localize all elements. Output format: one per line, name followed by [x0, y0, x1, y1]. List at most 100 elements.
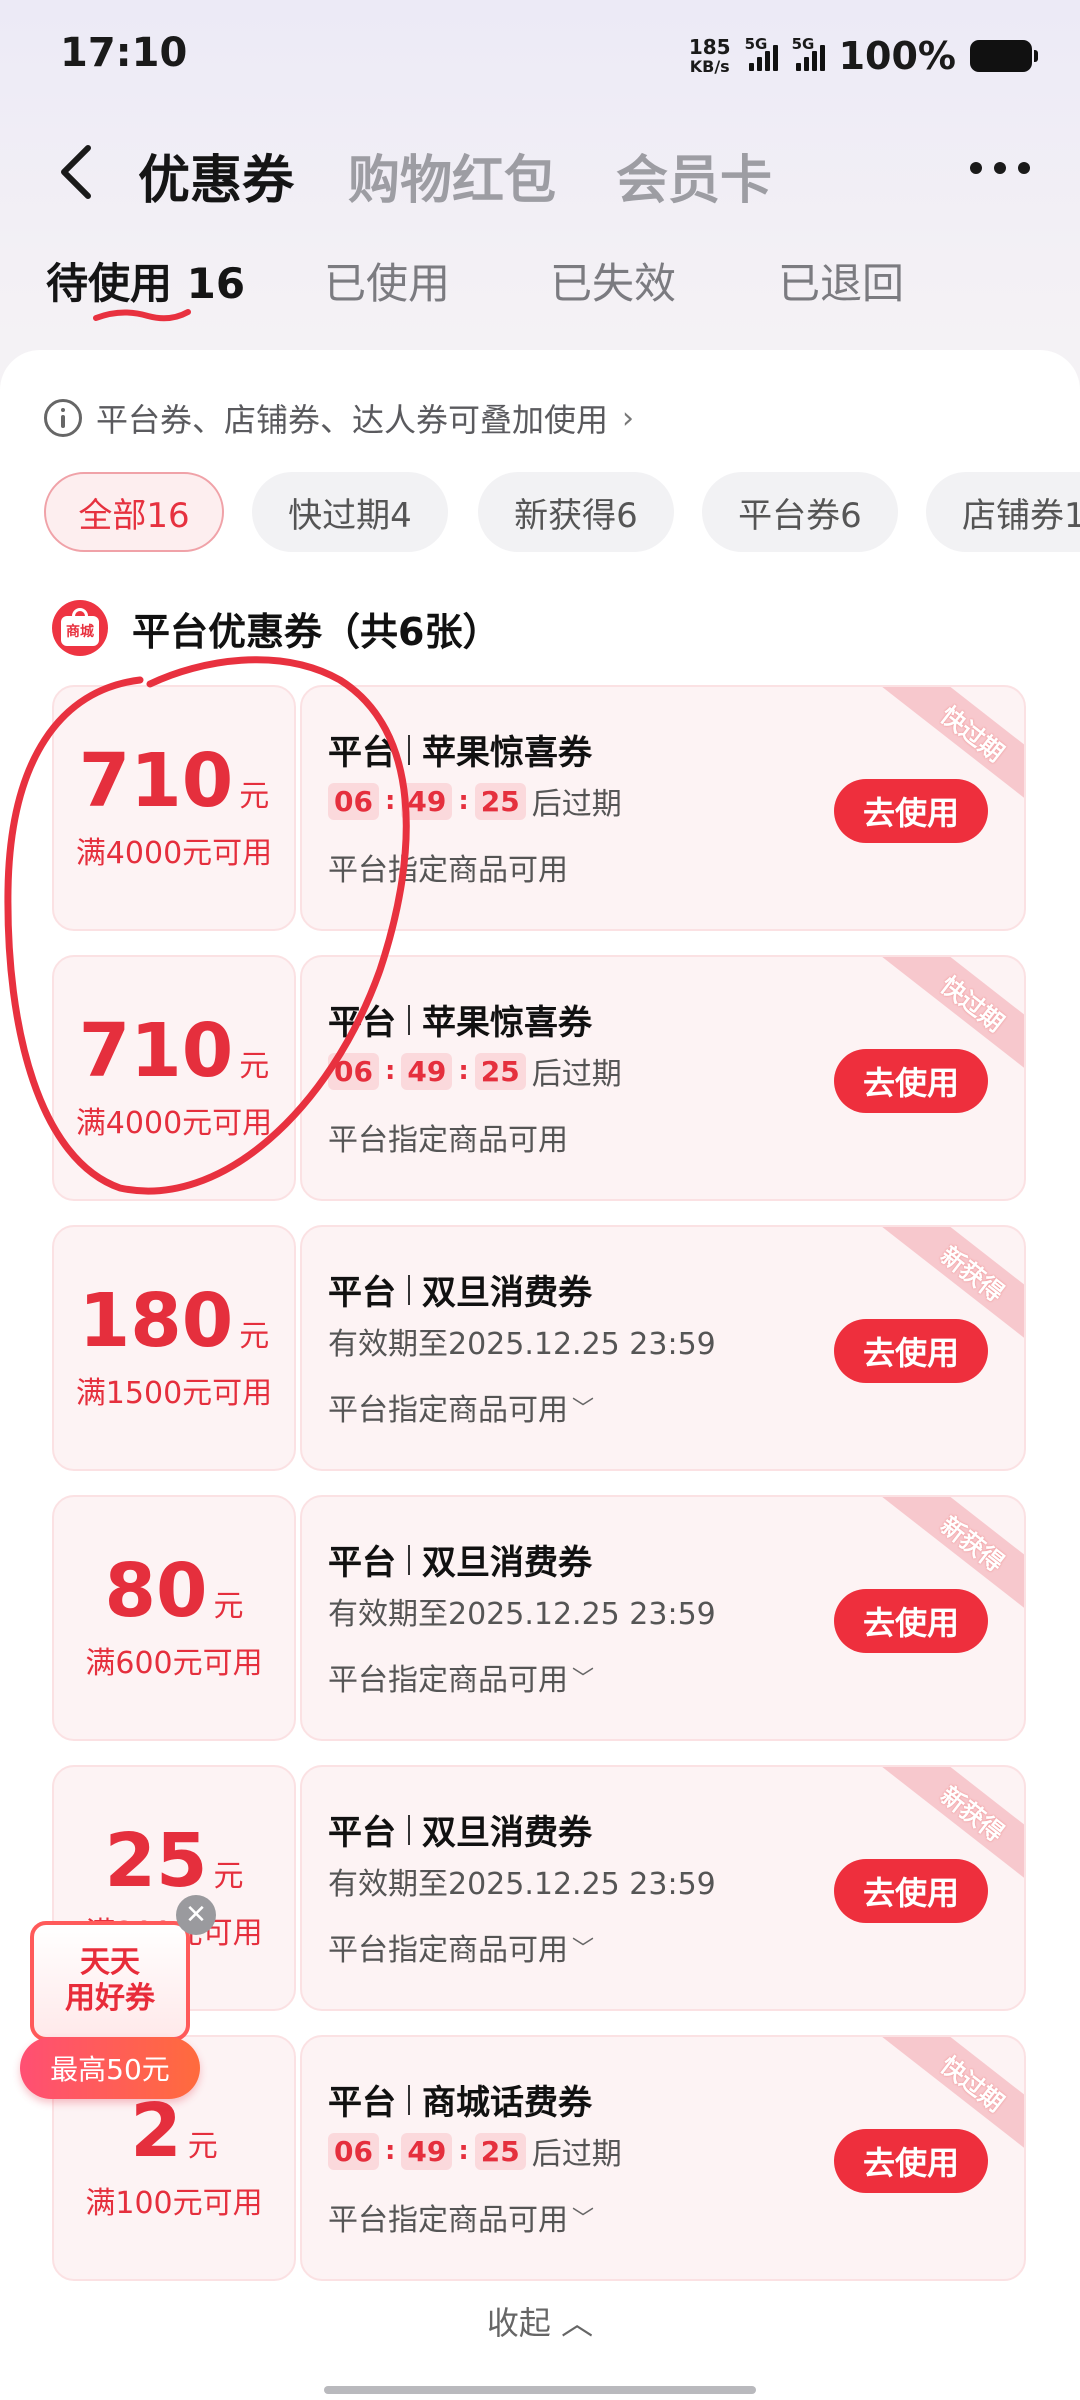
- countdown-minutes: 49: [401, 2132, 453, 2170]
- chevron-left-icon: [61, 145, 91, 199]
- coupon-value: 80 元 满600元可用: [52, 1495, 296, 1741]
- coupon-card: 180 元 满1500元可用 平台 双旦消费券 有效期至2025.12.25 23:…: [52, 1225, 1026, 1471]
- coupon-amount: 710: [78, 1008, 234, 1094]
- widget-line-2: 用好券: [65, 1981, 155, 2016]
- use-coupon-button[interactable]: 去使用: [834, 1589, 988, 1653]
- close-icon[interactable]: ✕: [176, 1895, 216, 1935]
- coupon-name: 苹果惊喜券: [422, 1003, 592, 1043]
- filter-expiring[interactable]: 快过期4: [252, 472, 448, 552]
- coupon-name: 双旦消费券: [422, 1543, 592, 1583]
- coupon-condition: 满4000元可用: [75, 836, 273, 871]
- coupon-details: 平台 双旦消费券 有效期至2025.12.25 23:59 平台指定商品可用 ﹀ 去…: [300, 1495, 1026, 1741]
- coupon-amount: 710: [78, 738, 234, 824]
- tab-coupons[interactable]: 优惠券: [138, 138, 294, 213]
- coupon-details: 平台 双旦消费券 有效期至2025.12.25 23:59 平台指定商品可用 ﹀ 去…: [300, 1765, 1026, 2011]
- battery-percent: 100%: [838, 34, 956, 78]
- coupon-tag-text: 快过期: [935, 2050, 1010, 2118]
- coupon-card: 710 元 满4000元可用 平台 苹果惊喜券 06: 49: 25 后过期 平台指…: [52, 685, 1026, 931]
- coupon-amount: 80: [104, 1548, 208, 1634]
- signal-label: 5G: [791, 35, 815, 53]
- signal-icon: 5G: [792, 35, 825, 71]
- chevron-down-icon: ﹀: [572, 2207, 595, 2232]
- chevron-down-icon: ﹀: [572, 1397, 595, 1422]
- scope-toggle[interactable]: 平台指定商品可用 ﹀: [328, 1925, 594, 1969]
- tab-red-packets[interactable]: 购物红包: [348, 138, 556, 213]
- expire-suffix: 后过期: [531, 2137, 622, 2172]
- coupon-validity: 有效期至2025.12.25 23:59: [328, 1327, 716, 1362]
- stacking-notice-text: 平台券、店铺券、达人券可叠加使用: [96, 401, 609, 439]
- coupon-name: 双旦消费券: [422, 1813, 592, 1853]
- collapse-button[interactable]: 收起 ︿: [0, 2298, 1080, 2344]
- info-icon: [44, 399, 82, 437]
- network-speed-unit: KB/s: [689, 57, 730, 76]
- filter-all[interactable]: 全部16: [44, 472, 224, 552]
- coupon-source: 平台: [328, 1273, 396, 1313]
- tab-used[interactable]: 已使用: [324, 250, 450, 311]
- home-indicator[interactable]: [324, 2386, 756, 2394]
- widget-line-1: 天天: [80, 1945, 140, 1980]
- use-coupon-button[interactable]: 去使用: [834, 1319, 988, 1383]
- tab-unused[interactable]: 待使用 16: [46, 250, 245, 311]
- mall-bag-icon: 商城: [52, 600, 108, 656]
- dot-icon: [970, 162, 982, 174]
- coupon-value: 710 元 满4000元可用: [52, 685, 296, 931]
- scope-toggle[interactable]: 平台指定商品可用 ﹀: [328, 1385, 594, 1429]
- daily-coupon-widget[interactable]: 天天 用好券 最高50元 ✕: [20, 1895, 216, 2105]
- signal-icon: 5G: [745, 35, 778, 71]
- section-header: 商城 平台优惠券（共6张）: [52, 600, 500, 656]
- coupon-tag-text: 快过期: [935, 700, 1010, 768]
- use-coupon-button[interactable]: 去使用: [834, 1859, 988, 1923]
- coupon-value: 710 元 满4000元可用: [52, 955, 296, 1201]
- use-coupon-button[interactable]: 去使用: [834, 1049, 988, 1113]
- scope-toggle[interactable]: 平台指定商品可用 ﹀: [328, 1655, 594, 1699]
- top-header: 优惠券 购物红包 会员卡: [0, 120, 1080, 220]
- coupon-details: 平台 苹果惊喜券 06: 49: 25 后过期 平台指定商品可用 去使用 快过期: [300, 955, 1026, 1201]
- countdown-seconds: 25: [474, 1052, 526, 1090]
- coupon-amount: 2: [130, 2088, 182, 2174]
- coupon-scope: 平台指定商品可用: [328, 1123, 568, 1158]
- coupon-source: 平台: [328, 1543, 396, 1583]
- coupon-countdown: 06: 49: 25 后过期: [328, 1049, 622, 1093]
- expire-suffix: 后过期: [531, 787, 622, 822]
- countdown-hours: 06: [328, 782, 379, 820]
- coupon-unit: 元: [187, 2129, 218, 2164]
- coupon-countdown: 06: 49: 25 后过期: [328, 2129, 622, 2173]
- coupon-amount: 25: [104, 1818, 208, 1904]
- scope-toggle[interactable]: 平台指定商品可用 ﹀: [328, 2195, 594, 2239]
- back-button[interactable]: [52, 142, 102, 202]
- coupon-details: 平台 商城话费券 06: 49: 25 后过期 平台指定商品可用 ﹀ 去使用 快过期: [300, 2035, 1026, 2281]
- tab-member-cards[interactable]: 会员卡: [616, 138, 772, 213]
- coupon-name: 双旦消费券: [422, 1273, 592, 1313]
- coupon-value: 180 元 满1500元可用: [52, 1225, 296, 1471]
- coupon-scope: 平台指定商品可用: [328, 1663, 568, 1698]
- use-coupon-button[interactable]: 去使用: [834, 2129, 988, 2193]
- coupon-condition: 满600元可用: [85, 1646, 263, 1681]
- coupon-details: 平台 双旦消费券 有效期至2025.12.25 23:59 平台指定商品可用 ﹀ 去…: [300, 1225, 1026, 1471]
- coupon-status-tabs: 待使用 16 已使用 已失效 已退回: [0, 250, 1080, 322]
- filter-store[interactable]: 店铺券1: [926, 472, 1080, 552]
- network-speed-value: 185: [688, 35, 731, 59]
- network-speed: 185 KB/s: [689, 37, 731, 75]
- section-title: 平台优惠券（共6张）: [132, 609, 501, 654]
- coupon-card: 80 元 满600元可用 平台 双旦消费券 有效期至2025.12.25 23:59…: [52, 1495, 1026, 1741]
- coupon-unit: 元: [239, 1049, 270, 1084]
- countdown-hours: 06: [328, 2132, 379, 2170]
- use-coupon-button[interactable]: 去使用: [834, 779, 988, 843]
- coupon-scope: 平台指定商品可用: [328, 2203, 568, 2238]
- expire-suffix: 后过期: [531, 1057, 622, 1092]
- tab-expired[interactable]: 已失效: [550, 250, 676, 311]
- filter-platform[interactable]: 平台券6: [702, 472, 898, 552]
- coupon-amount: 180: [78, 1278, 234, 1364]
- coupon-name: 苹果惊喜券: [422, 733, 592, 773]
- chevron-down-icon: ﹀: [572, 1937, 595, 1962]
- more-options-button[interactable]: [970, 162, 1030, 174]
- coupon-unit: 元: [213, 1859, 244, 1894]
- countdown-minutes: 49: [401, 1052, 453, 1090]
- filter-new[interactable]: 新获得6: [478, 472, 674, 552]
- coupon-source: 平台: [328, 1813, 396, 1853]
- countdown-seconds: 25: [474, 782, 526, 820]
- stacking-notice[interactable]: 平台券、店铺券、达人券可叠加使用 ›: [44, 395, 634, 441]
- coupon-scope: 平台指定商品可用: [328, 1933, 568, 1968]
- collapse-label: 收起: [486, 2304, 551, 2342]
- tab-returned[interactable]: 已退回: [778, 250, 904, 311]
